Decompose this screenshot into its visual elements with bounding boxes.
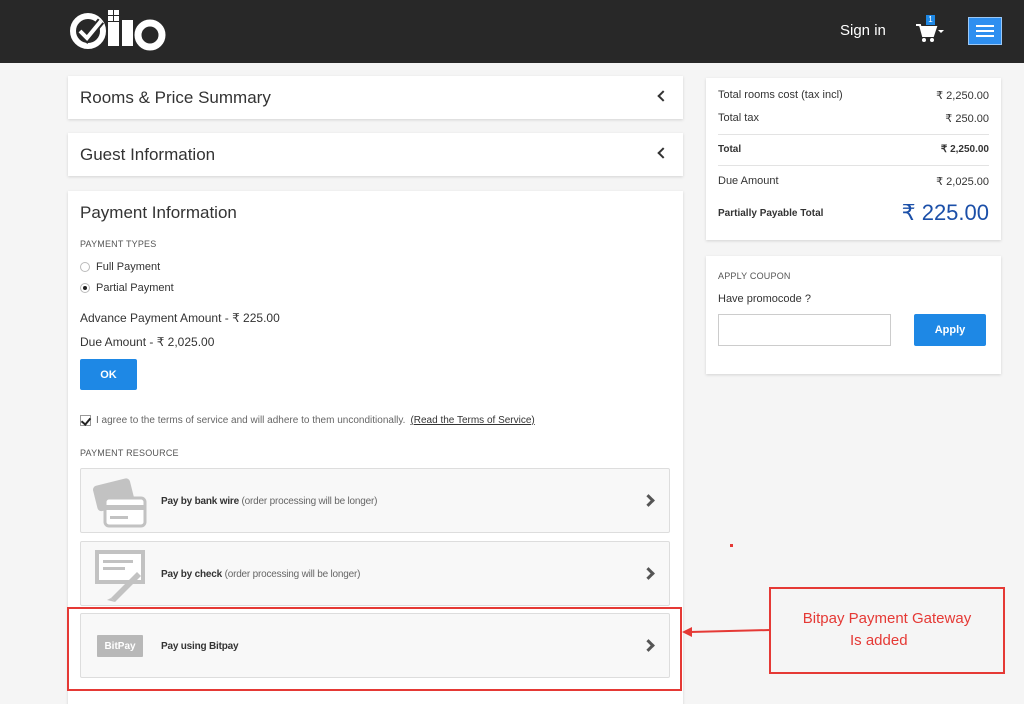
annotation-callout: Bitpay Payment Gateway Is added (769, 587, 1005, 674)
summary-label: Total tax (718, 112, 759, 124)
chevron-right-icon (642, 494, 655, 507)
caret-down-icon (938, 30, 944, 33)
panel-title: Payment Information (80, 203, 237, 222)
advance-payment-amount: Advance Payment Amount - ₹ 225.00 (80, 311, 280, 325)
credit-card-icon (93, 478, 147, 528)
due-value: ₹ 2,025.00 (936, 176, 989, 188)
due-amount: Due Amount - ₹ 2,025.00 (80, 335, 215, 349)
cart-dropdown[interactable]: 1 (915, 15, 945, 44)
apply-coupon-label: APPLY COUPON (718, 271, 791, 281)
hamburger-icon-bar (976, 25, 994, 27)
annotation-arrow-icon (682, 627, 771, 637)
chevron-left-icon[interactable] (657, 147, 669, 159)
radio-partial-payment[interactable]: Partial Payment (80, 282, 174, 294)
terms-agreement: I agree to the terms of service and will… (80, 415, 535, 426)
divider (718, 165, 989, 166)
payment-types-label: PAYMENT TYPES (80, 239, 157, 249)
promocode-prompt: Have promocode ? (718, 293, 811, 305)
radio-label: Partial Payment (96, 282, 174, 294)
payment-option-check[interactable]: Pay by check (order processing will be l… (80, 541, 670, 606)
summary-label: Total rooms cost (tax incl) (718, 89, 843, 101)
cart-count-badge: 1 (926, 15, 935, 25)
hamburger-icon-bar (976, 35, 994, 37)
panel-title: Rooms & Price Summary (80, 88, 271, 107)
check-pen-icon (95, 550, 145, 602)
radio-label: Full Payment (96, 261, 161, 273)
total-label: Total (718, 144, 742, 155)
panel-title: Guest Information (80, 145, 216, 164)
terms-text: I agree to the terms of service and will… (96, 415, 406, 426)
terms-checkbox[interactable] (80, 415, 91, 426)
terms-of-service-link[interactable]: (Read the Terms of Service) (410, 415, 534, 426)
payment-option-bank-wire[interactable]: Pay by bank wire (order processing will … (80, 468, 670, 533)
hamburger-icon-bar (976, 30, 994, 32)
summary-due-row: Due Amount ₹ 2,025.00 (718, 175, 989, 188)
top-navbar: Sign in 1 (0, 0, 1024, 63)
divider (718, 134, 989, 135)
annotation-highlight-box (67, 607, 682, 691)
qlo-logo[interactable] (68, 7, 168, 55)
payment-option-text: Pay by check (order processing will be l… (161, 569, 361, 580)
apply-coupon-button[interactable]: Apply (914, 314, 986, 346)
payment-option-text: Pay by bank wire (order processing will … (161, 496, 378, 507)
radio-full-payment[interactable]: Full Payment (80, 261, 160, 273)
summary-value: ₹ 2,250.00 (936, 90, 989, 102)
partial-total-row: Partially Payable Total ₹ 225.00 (718, 200, 989, 226)
qlo-logo-mark (70, 10, 166, 51)
guest-information-panel[interactable]: Guest Information (68, 133, 683, 176)
chevron-left-icon[interactable] (657, 90, 669, 102)
summary-total-row: Total ₹ 2,250.00 (718, 144, 989, 155)
summary-row: Total tax ₹ 250.00 (718, 112, 989, 125)
apply-coupon-card: APPLY COUPON Have promocode ? Apply (706, 256, 1001, 374)
chevron-right-icon (642, 567, 655, 580)
radio-button[interactable] (80, 283, 90, 293)
partial-total-label: Partially Payable Total (718, 207, 824, 219)
ok-button[interactable]: OK (80, 359, 137, 390)
annotation-line-2: Is added (850, 632, 908, 649)
summary-row: Total rooms cost (tax incl) ₹ 2,250.00 (718, 89, 989, 102)
total-value: ₹ 2,250.00 (940, 144, 989, 155)
annotation-dot (730, 544, 733, 547)
payment-resource-label: PAYMENT RESOURCE (80, 448, 179, 458)
price-summary-card: Total rooms cost (tax incl) ₹ 2,250.00 T… (706, 78, 1001, 240)
radio-button[interactable] (80, 262, 90, 272)
promocode-input[interactable] (718, 314, 891, 346)
due-label: Due Amount (718, 175, 779, 187)
partial-total-value: ₹ 225.00 (901, 200, 989, 225)
summary-value: ₹ 250.00 (945, 113, 989, 125)
annotation-line-1: Bitpay Payment Gateway (802, 610, 972, 627)
rooms-price-summary-panel[interactable]: Rooms & Price Summary (68, 76, 683, 119)
sign-in-link[interactable]: Sign in (840, 22, 886, 39)
hamburger-menu-button[interactable] (968, 17, 1002, 45)
